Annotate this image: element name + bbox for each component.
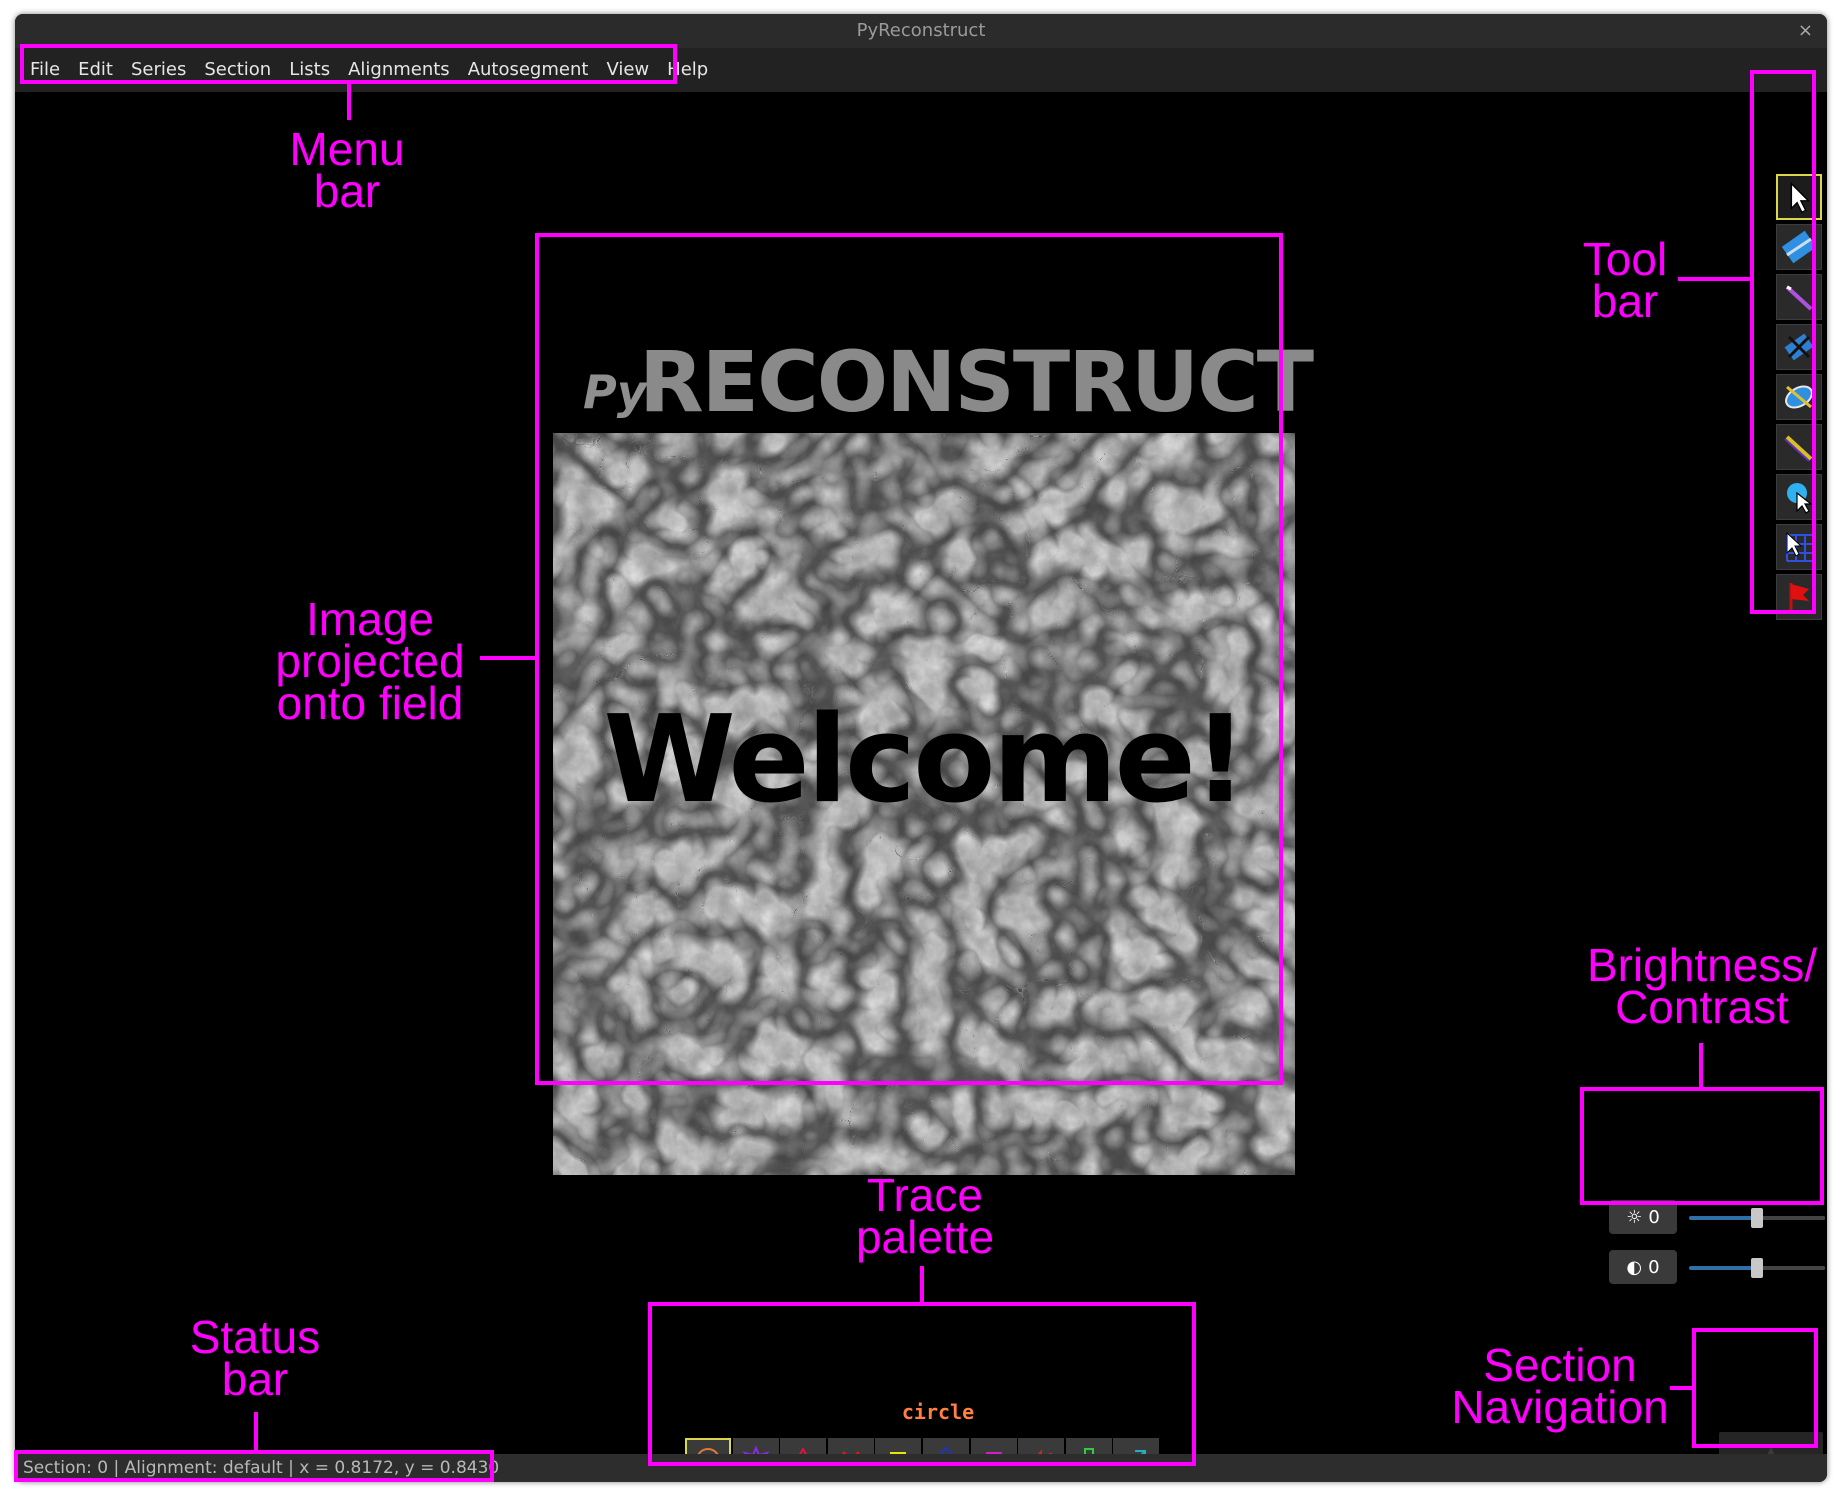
- contrast-row: ◐ 0: [1609, 1250, 1827, 1286]
- brightness-pointer: [1699, 1043, 1703, 1087]
- brightness-slider-rest: [1759, 1216, 1825, 1220]
- toolbar-highlight: [1750, 70, 1816, 614]
- status-highlight: [14, 1450, 494, 1482]
- palette-highlight: [648, 1302, 1196, 1466]
- brightness-highlight: [1580, 1087, 1824, 1205]
- contrast-button[interactable]: ◐ 0: [1609, 1250, 1677, 1284]
- contrast-value: 0: [1648, 1256, 1660, 1278]
- contrast-icon: ◐: [1626, 1256, 1643, 1278]
- brightness-slider-handle[interactable]: [1751, 1208, 1763, 1228]
- brightness-value: 0: [1648, 1206, 1660, 1228]
- brightness-button[interactable]: ☼ 0: [1609, 1200, 1677, 1234]
- window-title: PyReconstruct: [856, 20, 986, 41]
- brightness-row: ☼ 0: [1609, 1200, 1827, 1236]
- status-pointer: [254, 1412, 258, 1450]
- image-label: Image projected onto field: [275, 593, 465, 729]
- palette-label: Trace palette: [855, 1169, 995, 1263]
- close-button[interactable]: ×: [1798, 14, 1813, 48]
- section-nav-label: Section Navigation: [1451, 1339, 1669, 1433]
- palette-pointer: [920, 1266, 924, 1302]
- contrast-slider-handle[interactable]: [1751, 1258, 1763, 1278]
- menu-bar-label: Menu bar: [289, 123, 405, 217]
- menu-bar-highlight: [20, 44, 677, 84]
- title-bar: PyReconstruct ×: [15, 14, 1827, 48]
- toolbar-label: Tool bar: [1582, 233, 1668, 327]
- image-highlight: [535, 233, 1283, 1085]
- status-label: Status bar: [189, 1311, 321, 1405]
- menu-bar-pointer: [347, 84, 351, 120]
- brightness-label: Brightness/ Contrast: [1586, 939, 1818, 1033]
- contrast-slider-rest: [1759, 1266, 1825, 1270]
- section-nav-highlight: [1692, 1328, 1818, 1448]
- sun-icon: ☼: [1626, 1206, 1643, 1228]
